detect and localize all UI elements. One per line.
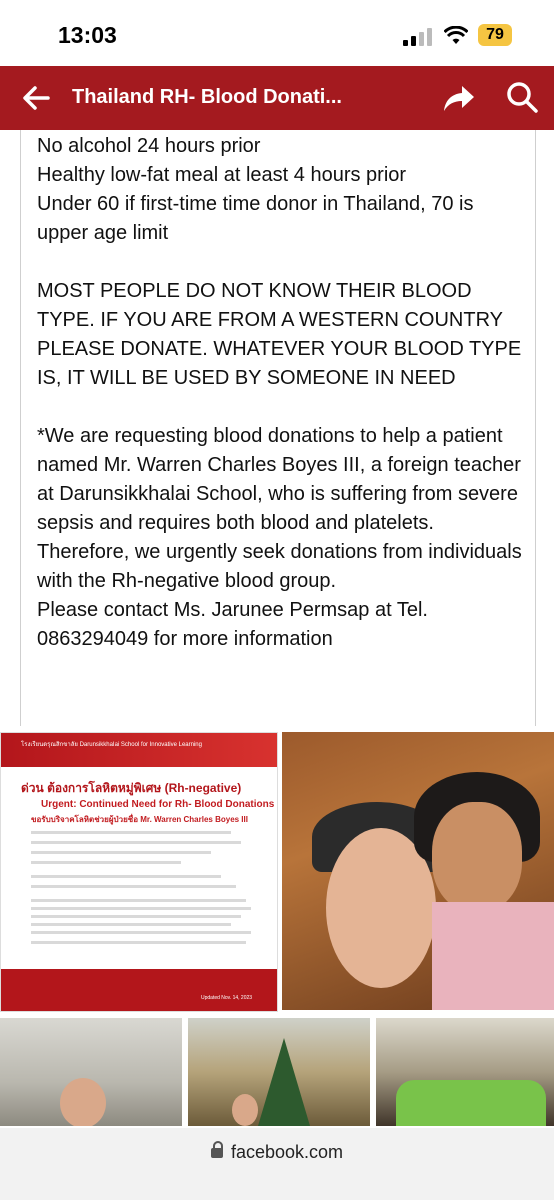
page-title: Thailand RH- Blood Donati... [72,86,342,108]
photo-detail [232,1094,258,1126]
poster-english-headline: Urgent: Continued Need for Rh- Blood Don… [41,799,275,810]
photo-detail [432,902,554,1010]
cellular-signal-icon [403,28,433,46]
photo-detail [258,1038,310,1126]
post-text: No alcohol 24 hours prior Healthy low-fa… [37,132,527,654]
photo-detail [432,802,522,912]
share-arrow-icon[interactable] [442,82,476,114]
status-time: 13:03 [58,22,117,48]
poster-text-line [31,831,231,834]
poster-updated-date: Updated Nov. 14, 2023 [201,995,253,1001]
wifi-icon [444,26,468,44]
poster-text-line [31,931,251,934]
poster-text-line [31,851,211,854]
poster-school-name: โรงเรียนดรุณสิกขาลัย DarunsikkhaIai Scho… [21,742,202,748]
lock-icon [210,1141,223,1158]
post-body: No alcohol 24 hours prior Healthy low-fa… [20,130,536,726]
url-text: facebook.com [230,1142,344,1162]
poster-text-line [31,841,241,844]
donation-poster-image[interactable]: โรงเรียนดรุณสิกขาลัย DarunsikkhaIai Scho… [0,732,278,1012]
post-paragraph-request: *We are requesting blood donations to he… [37,425,522,650]
post-paragraph-requirements: No alcohol 24 hours prior Healthy low-fa… [37,135,474,244]
poster-text-line [31,915,241,918]
app-bar: Thailand RH- Blood Donati... [0,66,554,130]
poster-text-line [31,941,246,944]
search-icon[interactable] [505,80,539,114]
poster-thai-headline: ด่วน ต้องการโลหิตหมู่พิเศษ (Rh-negative) [21,781,242,795]
photo-thumbnail-2[interactable] [188,1018,370,1126]
poster-footer [1,969,277,1011]
photo-detail [396,1080,546,1126]
photo-thumbnail-3[interactable] [376,1018,554,1126]
battery-indicator: 79 [478,24,512,46]
browser-url-bar[interactable]: facebook.com [0,1128,554,1200]
selfie-photo[interactable] [282,732,554,1010]
status-bar: 13:03 79 [0,0,554,66]
poster-text-line [31,885,236,888]
poster-subtitle: ขอรับบริจาคโลหิตช่วยผู้ป่วยชื่อ Mr. Warr… [31,815,248,824]
arrow-left-icon[interactable] [18,80,54,116]
poster-text-line [31,861,181,864]
poster-text-line [31,899,246,902]
photo-grid: โรงเรียนดรุณสิกขาลัย DarunsikkhaIai Scho… [0,728,554,1126]
poster-text-line [31,875,221,878]
photo-detail [60,1078,106,1126]
poster-text-line [31,907,251,910]
post-paragraph-appeal: MOST PEOPLE DO NOT KNOW THEIR BLOOD TYPE… [37,280,522,389]
photo-thumbnail-1[interactable] [0,1018,182,1126]
poster-text-line [31,923,231,926]
url-display[interactable]: facebook.com [0,1141,554,1163]
